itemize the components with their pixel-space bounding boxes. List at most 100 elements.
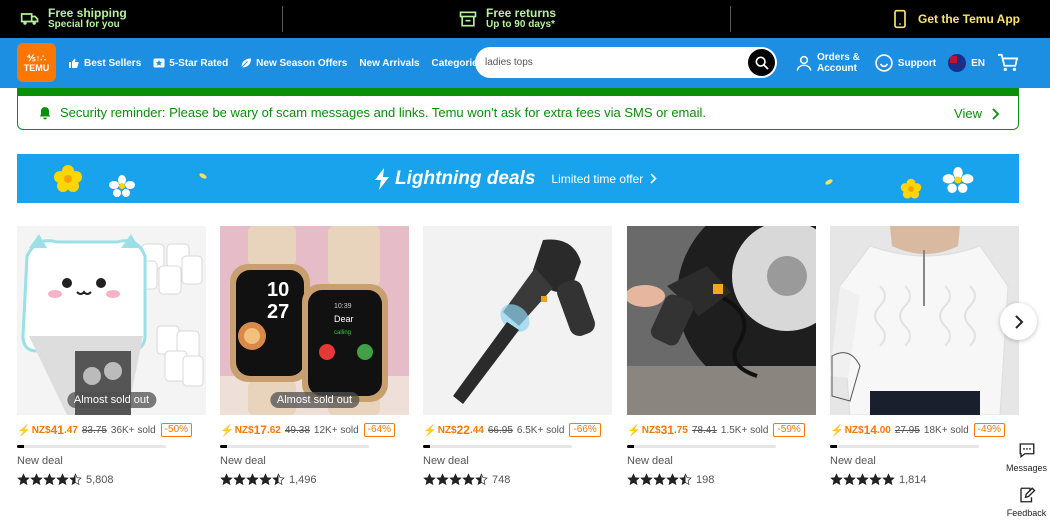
stock-progress-bar [220, 445, 369, 448]
free-shipping-promo[interactable]: Free shipping Special for you [0, 0, 283, 38]
truck-icon [20, 13, 39, 25]
discount-badge: -50% [160, 423, 193, 437]
yellow-flower-decoration [900, 178, 922, 199]
star-rating [830, 473, 895, 486]
search-bar [475, 47, 777, 78]
discount-badge: -59% [773, 423, 805, 437]
feedback-widget[interactable]: Feedback [1003, 486, 1050, 528]
star-icon [43, 473, 56, 486]
discount-badge: -66% [569, 423, 601, 437]
lightning-deals-banner[interactable]: Lightning deals Limited time offer [17, 154, 1019, 203]
price-cents: .00 [876, 424, 891, 436]
temu-logo[interactable]: ⅘↑∴ TEMU [17, 43, 56, 82]
nav-new-season-offers[interactable]: New Season Offers [240, 57, 347, 69]
security-view-link[interactable]: View [954, 106, 1000, 121]
get-app-label: Get the Temu App [918, 12, 1020, 26]
star-rating [423, 473, 488, 486]
banner-title: Lightning deals [395, 167, 536, 189]
svg-text:10: 10 [267, 279, 289, 301]
nz-flag-icon [948, 54, 967, 72]
search-button[interactable] [748, 49, 775, 76]
carousel-next-button[interactable] [1000, 303, 1037, 340]
stock-progress-fill [220, 445, 228, 448]
yellow-flower-decoration [54, 165, 82, 192]
sold-count: 12K+ sold [313, 424, 359, 436]
stock-progress-bar [423, 445, 572, 448]
stock-progress-fill [17, 445, 25, 448]
product-card[interactable]: ⚡ NZ$ 31 .75 78.41 1.5K+ sold -59% New d… [627, 226, 816, 494]
search-input[interactable] [485, 57, 735, 68]
white-flower-decoration [109, 175, 135, 197]
original-price: 27.95 [894, 424, 920, 436]
currency: NZ$ [641, 424, 661, 436]
security-reminder: Security reminder: Please be wary of sca… [17, 96, 1019, 130]
stock-progress-fill [830, 445, 838, 448]
star-icon [882, 473, 895, 486]
tire-inflator-image [627, 226, 816, 415]
price: 17 [253, 423, 267, 437]
return-box-icon [459, 11, 477, 27]
price-row: ⚡ NZ$ 41 .47 83.75 36K+ sold -50% [17, 423, 206, 437]
orders-account-button[interactable]: Orders & Account [795, 52, 860, 74]
nav-label: Best Sellers [84, 57, 142, 69]
logo-glyphs: ⅘↑∴ [27, 52, 46, 63]
original-price: 78.41 [691, 424, 717, 436]
review-count: 5,808 [86, 473, 114, 486]
price-cents: .75 [673, 424, 688, 436]
product-card[interactable]: 10 27 10:39 Dear calling Almost sold out… [220, 226, 409, 494]
original-price: 49.38 [284, 424, 310, 436]
product-image[interactable] [830, 226, 1019, 415]
price: 31 [660, 423, 674, 437]
nav-best-sellers[interactable]: Best Sellers [68, 57, 141, 69]
feedback-label: Feedback [1006, 508, 1047, 518]
language-selector[interactable]: EN [948, 54, 985, 72]
product-card[interactable]: ⚡ NZ$ 14 .00 27.95 18K+ sold -49% New de… [830, 226, 1019, 494]
product-image[interactable] [423, 226, 612, 415]
banner-center: Lightning deals Limited time offer [374, 154, 657, 203]
nav-five-star-rated[interactable]: 5-Star Rated [153, 57, 228, 69]
get-app-promo[interactable]: Get the Temu App [731, 0, 1050, 38]
currency: NZ$ [437, 424, 457, 436]
product-image[interactable]: 10 27 10:39 Dear calling Almost sold out [220, 226, 409, 415]
search-icon [755, 56, 769, 70]
deal-label: New deal [830, 455, 876, 467]
star-icon [666, 473, 679, 486]
leaf-decoration [199, 173, 207, 179]
product-card[interactable]: Almost sold out ⚡ NZ$ 41 .47 83.75 36K+ … [17, 226, 206, 494]
account-label: Account [817, 63, 857, 74]
lightning-price-icon: ⚡ [220, 424, 234, 437]
nav-new-arrivals[interactable]: New Arrivals [359, 58, 419, 69]
discount-badge: -49% [973, 423, 1006, 437]
svg-text:Dear: Dear [334, 314, 354, 324]
support-button[interactable]: Support [874, 53, 936, 73]
rating: 1,814 [830, 473, 927, 486]
cart-button[interactable] [997, 53, 1019, 73]
messages-widget[interactable]: Messages [1003, 441, 1050, 483]
product-image[interactable]: Almost sold out [17, 226, 206, 415]
stock-progress-bar [830, 445, 979, 448]
price-cents: .44 [469, 424, 484, 436]
stock-progress-bar [627, 445, 776, 448]
handheld-vacuum-image [423, 226, 612, 415]
star-icon [830, 473, 843, 486]
view-label: View [954, 106, 982, 121]
star-icon [56, 473, 69, 486]
star-icon [233, 473, 246, 486]
price: 22 [456, 423, 470, 437]
currency: NZ$ [844, 424, 864, 436]
bell-icon [39, 106, 51, 119]
rating: 5,808 [17, 473, 114, 486]
lightning-price-icon: ⚡ [627, 424, 641, 437]
feedback-edit-icon [1019, 487, 1035, 503]
promo-bar: Free shipping Special for you Free retur… [0, 0, 1050, 38]
product-image[interactable] [627, 226, 816, 415]
sold-count: 6.5K+ sold [516, 424, 565, 436]
price-cents: .47 [63, 424, 78, 436]
svg-text:10:39: 10:39 [334, 303, 352, 310]
original-price: 66.95 [487, 424, 513, 436]
review-count: 198 [696, 473, 715, 486]
free-returns-promo[interactable]: Free returns Up to 90 days* [283, 0, 731, 38]
deal-label: New deal [220, 455, 266, 467]
product-card[interactable]: ⚡ NZ$ 22 .44 66.95 6.5K+ sold -66% New d… [423, 226, 612, 494]
main-nav: Best Sellers 5-Star Rated New Season Off… [68, 38, 512, 88]
